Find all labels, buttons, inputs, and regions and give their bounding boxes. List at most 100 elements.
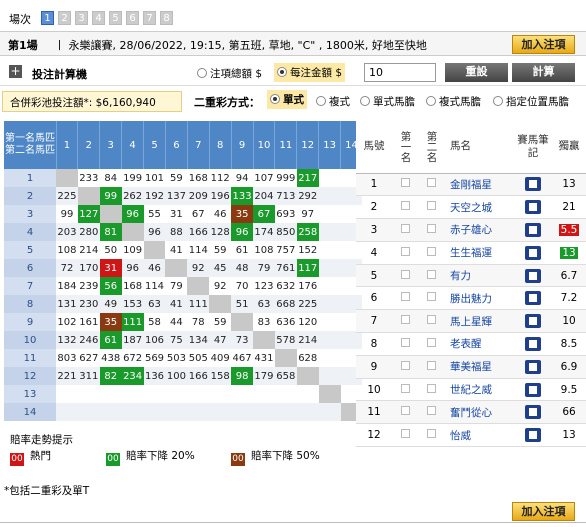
race-tab-7[interactable]: 7 [143,11,156,25]
matrix-cell[interactable]: 311 [77,367,100,385]
matrix-cell[interactable]: 176 [297,277,319,295]
notes-icon[interactable] [525,177,541,192]
matrix-cell[interactable]: 713 [274,187,297,205]
horse-name[interactable]: 馬上星輝 [444,309,514,334]
checkbox-icon[interactable] [400,315,410,325]
matrix-cell[interactable]: 170 [77,259,100,277]
calculate-button[interactable]: 計算 [512,63,575,82]
matrix-row-header[interactable]: 11 [4,349,56,367]
matrix-cell[interactable]: 628 [297,349,319,367]
race-notes[interactable] [514,400,552,425]
matrix-cell[interactable]: 109 [122,241,144,259]
notes-icon[interactable] [525,268,541,283]
matrix-cell[interactable]: 107 [253,169,275,187]
race-notes[interactable] [514,264,552,288]
checkbox-icon[interactable] [400,337,410,347]
matrix-cell[interactable]: 161 [78,313,100,331]
matrix-row-header[interactable]: 1 [4,169,56,187]
matrix-cell[interactable]: 50 [100,241,122,259]
matrix-cell[interactable]: 262 [121,187,144,205]
checkbox-icon[interactable] [426,429,436,439]
radio-icon[interactable] [426,96,436,106]
reset-button[interactable]: 重設 [445,63,508,82]
matrix-cell[interactable]: 438 [100,349,122,367]
checkbox-icon[interactable] [400,292,410,302]
matrix-cell[interactable]: 79 [253,259,275,277]
matrix-col-header[interactable]: 11 [274,121,298,169]
matrix-cell[interactable]: 56 [99,277,122,295]
matrix-cell[interactable]: 94 [231,169,253,187]
notes-icon[interactable] [525,336,541,351]
matrix-cell[interactable]: 168 [187,169,209,187]
race-tab-2[interactable]: 2 [58,11,71,25]
matrix-cell[interactable]: 59 [209,241,231,259]
matrix-cell[interactable]: 83 [253,313,275,331]
second-checkbox[interactable] [418,378,444,402]
matrix-col-header[interactable]: 8 [209,121,232,169]
radio-icon[interactable] [360,96,370,106]
matrix-cell[interactable]: 111 [187,295,210,313]
notes-icon[interactable] [525,428,541,443]
matrix-col-header[interactable]: 3 [99,121,123,169]
matrix-cell[interactable]: 41 [165,295,188,313]
matrix-cell[interactable]: 225 [56,187,78,205]
matrix-row-header[interactable]: 12 [4,367,56,385]
first-checkbox[interactable] [392,173,418,197]
checkbox-icon[interactable] [400,269,410,279]
matrix-cell[interactable]: 166 [187,223,210,241]
matrix-cell[interactable]: 204 [253,187,275,205]
matrix-row-header[interactable]: 6 [4,259,56,277]
matrix-cell[interactable]: 108 [253,241,275,259]
matrix-cell[interactable]: 96 [143,223,166,241]
race-notes[interactable] [514,378,552,402]
matrix-cell[interactable]: 467 [231,349,253,367]
checkbox-icon[interactable] [426,178,436,188]
mode-single[interactable]: 單式 [267,90,307,109]
matrix-cell[interactable]: 55 [144,205,166,223]
matrix-cell[interactable]: 92 [209,277,231,295]
matrix-col-header[interactable]: 9 [231,121,254,169]
matrix-cell[interactable]: 184 [56,277,78,295]
matrix-col-header[interactable]: 13 [318,121,342,169]
matrix-cell[interactable]: 61 [231,241,253,259]
matrix-cell[interactable]: 128 [209,223,232,241]
mode-position-banker[interactable]: 指定位置馬膽 [493,94,569,109]
matrix-cell[interactable]: 850 [274,223,297,241]
matrix-cell[interactable]: 114 [144,277,166,295]
matrix-cell[interactable]: 199 [122,169,144,187]
matrix-cell[interactable]: 92 [187,259,210,277]
horse-name[interactable]: 生生福運 [444,241,514,265]
horse-name[interactable]: 老表醒 [444,332,514,356]
race-notes[interactable] [514,241,552,265]
checkbox-icon[interactable] [400,360,410,370]
matrix-col-header[interactable]: 5 [143,121,166,169]
matrix-row-header[interactable]: 9 [4,313,56,331]
matrix-cell[interactable]: 658 [274,367,297,385]
race-tab-3[interactable]: 3 [75,11,88,25]
add-bet-button-bottom[interactable]: 加入注項 [512,502,575,521]
matrix-cell[interactable]: 70 [231,277,253,295]
second-checkbox[interactable] [418,309,444,334]
matrix-cell[interactable]: 98 [231,367,254,385]
race-notes[interactable] [514,332,552,356]
matrix-row-header[interactable]: 2 [4,187,56,205]
matrix-cell[interactable]: 672 [122,349,144,367]
matrix-cell[interactable]: 174 [253,223,275,241]
matrix-row-header[interactable]: 10 [4,331,56,349]
horse-name[interactable]: 有力 [444,264,514,288]
matrix-cell[interactable]: 246 [77,331,100,349]
matrix-cell[interactable]: 233 [78,169,100,187]
matrix-cell[interactable]: 757 [275,241,297,259]
notes-icon[interactable] [525,245,541,260]
first-checkbox[interactable] [392,309,418,334]
second-checkbox[interactable] [418,195,444,220]
matrix-cell[interactable]: 78 [187,313,209,331]
checkbox-icon[interactable] [426,223,436,233]
matrix-cell[interactable]: 72 [56,259,78,277]
matrix-cell[interactable]: 46 [143,259,166,277]
notes-icon[interactable] [525,405,541,420]
matrix-cell[interactable]: 96 [121,205,144,223]
matrix-cell[interactable]: 627 [78,349,100,367]
matrix-cell[interactable]: 693 [275,205,297,223]
add-bet-button-top[interactable]: 加入注項 [512,35,575,54]
